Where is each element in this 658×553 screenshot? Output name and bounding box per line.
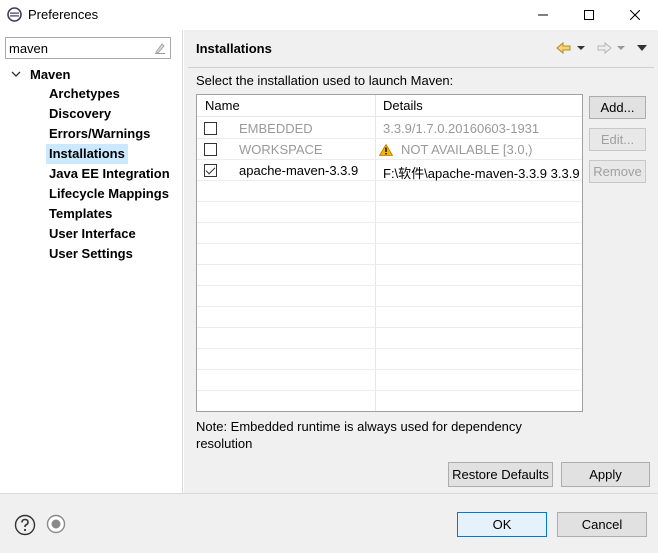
- page-header: Installations: [184, 30, 658, 66]
- tree-item-lifecycle-mappings[interactable]: Lifecycle Mappings: [46, 184, 172, 204]
- maximize-button[interactable]: [566, 0, 612, 30]
- instruction-label: Select the installation used to launch M…: [196, 73, 454, 88]
- ok-button[interactable]: OK: [457, 512, 547, 537]
- help-icon[interactable]: [14, 514, 36, 539]
- tree-item-discovery[interactable]: Discovery: [46, 104, 114, 124]
- chevron-down-icon[interactable]: [10, 68, 22, 80]
- tree-item-user-interface[interactable]: User Interface: [46, 224, 139, 244]
- embedded-runtime-note: Note: Embedded runtime is always used fo…: [196, 419, 522, 451]
- remove-button[interactable]: Remove: [589, 160, 646, 183]
- installation-details: F:\软件\apache-maven-3.3.9 3.3.9: [383, 166, 580, 181]
- back-arrow-icon[interactable]: [556, 41, 572, 55]
- forward-arrow-icon[interactable]: [596, 41, 612, 55]
- installation-name: EMBEDDED: [239, 121, 313, 136]
- eclipse-icon: [7, 7, 22, 22]
- tree-item-archetypes[interactable]: Archetypes: [46, 84, 123, 104]
- empty-row: [197, 307, 582, 328]
- tree-item-errors-warnings[interactable]: Errors/Warnings: [46, 124, 153, 144]
- minimize-button[interactable]: [520, 0, 566, 30]
- installation-name: apache-maven-3.3.9: [239, 163, 359, 178]
- history-navigation: [556, 40, 648, 56]
- minimize-icon: [538, 14, 548, 16]
- tree-item-user-settings[interactable]: User Settings: [46, 244, 136, 264]
- tree-item-java-ee-integration[interactable]: Java EE Integration: [46, 164, 173, 184]
- tree-node-maven[interactable]: Maven: [10, 64, 70, 84]
- table-header: Name Details: [197, 95, 582, 117]
- empty-row: [197, 265, 582, 286]
- apply-button[interactable]: Apply: [561, 462, 650, 487]
- table-row[interactable]: WORKSPACE NOT AVAILABLE [3.0,): [197, 139, 582, 160]
- empty-row: [197, 286, 582, 307]
- installation-details: 3.3.9/1.7.0.20160603-1931: [383, 121, 540, 136]
- table-row[interactable]: apache-maven-3.3.9 F:\软件\apache-maven-3.…: [197, 160, 582, 181]
- installation-checkbox[interactable]: [204, 143, 217, 156]
- column-header-name[interactable]: Name: [205, 98, 240, 113]
- empty-row: [197, 370, 582, 391]
- column-header-details[interactable]: Details: [383, 98, 423, 113]
- title-bar: Preferences: [0, 0, 658, 30]
- record-icon[interactable]: [46, 514, 66, 537]
- tree-item-installations[interactable]: Installations: [46, 144, 128, 164]
- filter-input[interactable]: [9, 40, 149, 56]
- preference-page: Installations Select the installation us…: [184, 30, 658, 493]
- warning-icon: [378, 143, 394, 159]
- empty-row: [197, 223, 582, 244]
- installations-table[interactable]: Name Details EMBEDDED 3.3.9/1.7.0.201606…: [196, 94, 583, 412]
- page-title: Installations: [196, 41, 272, 56]
- preferences-navigation: Maven Archetypes Discovery Errors/Warnin…: [0, 30, 183, 493]
- maximize-icon: [584, 10, 594, 20]
- filter-field[interactable]: [5, 37, 171, 59]
- tree-item-templates[interactable]: Templates: [46, 204, 115, 224]
- tree-root-label: Maven: [30, 66, 71, 82]
- edit-button[interactable]: Edit...: [589, 128, 646, 151]
- dialog-button-bar: OK Cancel: [0, 493, 658, 553]
- add-button[interactable]: Add...: [589, 96, 646, 119]
- view-menu-icon[interactable]: [636, 44, 648, 52]
- installation-checkbox-checked[interactable]: [204, 164, 217, 177]
- cancel-button[interactable]: Cancel: [557, 512, 647, 537]
- empty-row: [197, 328, 582, 349]
- clear-filter-icon[interactable]: [153, 41, 167, 55]
- forward-dropdown-icon[interactable]: [616, 44, 626, 52]
- close-icon: [630, 10, 640, 20]
- back-dropdown-icon[interactable]: [576, 44, 586, 52]
- empty-row: [197, 202, 582, 223]
- restore-defaults-button[interactable]: Restore Defaults: [448, 462, 553, 487]
- header-divider: [188, 67, 654, 68]
- close-button[interactable]: [612, 0, 658, 30]
- installation-name: WORKSPACE: [239, 142, 323, 157]
- installation-details: NOT AVAILABLE [3.0,): [401, 142, 533, 157]
- window-title: Preferences: [28, 7, 99, 22]
- installation-checkbox[interactable]: [204, 122, 217, 135]
- table-row[interactable]: EMBEDDED 3.3.9/1.7.0.20160603-1931: [197, 118, 582, 139]
- empty-row: [197, 181, 582, 202]
- empty-row: [197, 244, 582, 265]
- empty-row: [197, 349, 582, 370]
